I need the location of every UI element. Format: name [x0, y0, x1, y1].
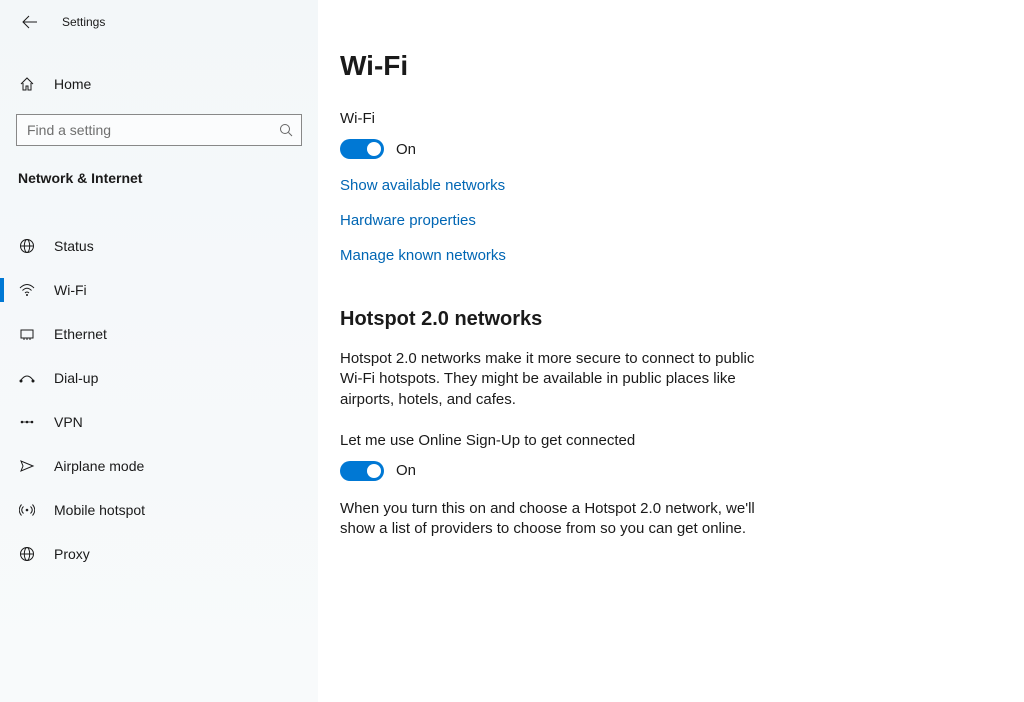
vpn-icon — [18, 413, 36, 431]
home-label: Home — [54, 76, 91, 92]
sidebar-item-dialup[interactable]: Dial-up — [0, 356, 318, 400]
app-title: Settings — [62, 15, 105, 29]
search-input[interactable] — [27, 122, 279, 138]
nav-label: Dial-up — [54, 370, 98, 386]
nav-list: Status Wi-Fi Ethernet Dial-up VPN — [0, 224, 318, 576]
online-signup-note: When you turn this on and choose a Hotsp… — [340, 499, 780, 540]
hotspot-icon — [18, 501, 36, 519]
sidebar-section-header: Network & Internet — [0, 146, 318, 194]
sidebar-item-vpn[interactable]: VPN — [0, 400, 318, 444]
sidebar: Settings Home Network & Internet Status … — [0, 0, 318, 702]
sidebar-item-ethernet[interactable]: Ethernet — [0, 312, 318, 356]
nav-label: Status — [54, 238, 94, 254]
wifi-toggle-label: Wi-Fi — [340, 110, 984, 127]
link-hardware-properties[interactable]: Hardware properties — [340, 212, 984, 229]
nav-label: Airplane mode — [54, 458, 144, 474]
online-signup-toggle[interactable] — [340, 461, 384, 481]
nav-label: VPN — [54, 414, 83, 430]
wifi-toggle-state: On — [396, 141, 416, 158]
nav-label: Ethernet — [54, 326, 107, 342]
nav-label: Wi-Fi — [54, 282, 87, 298]
proxy-icon — [18, 545, 36, 563]
sidebar-item-hotspot[interactable]: Mobile hotspot — [0, 488, 318, 532]
home-icon — [18, 76, 36, 92]
nav-label: Proxy — [54, 546, 90, 562]
dialup-icon — [18, 369, 36, 387]
sidebar-item-proxy[interactable]: Proxy — [0, 532, 318, 576]
sidebar-home[interactable]: Home — [0, 64, 318, 104]
back-arrow-icon[interactable] — [22, 14, 38, 30]
online-signup-toggle-row: On — [340, 461, 984, 481]
wifi-links-group: Show available networks Hardware propert… — [340, 177, 984, 264]
airplane-icon — [18, 457, 36, 475]
online-signup-label: Let me use Online Sign-Up to get connect… — [340, 432, 984, 449]
page-title: Wi-Fi — [340, 50, 984, 82]
hotspot-section-title: Hotspot 2.0 networks — [340, 308, 984, 331]
sidebar-item-wifi[interactable]: Wi-Fi — [0, 268, 318, 312]
wifi-toggle-row: On — [340, 139, 984, 159]
globe-icon — [18, 237, 36, 255]
ethernet-icon — [18, 325, 36, 343]
main-pane: Wi-Fi Wi-Fi On Show available networks H… — [318, 0, 1024, 702]
search-icon — [279, 123, 293, 137]
hotspot-description: Hotspot 2.0 networks make it more secure… — [340, 349, 780, 410]
sidebar-top: Settings — [0, 0, 318, 40]
link-show-networks[interactable]: Show available networks — [340, 177, 984, 194]
search-box[interactable] — [16, 114, 302, 146]
sidebar-item-airplane[interactable]: Airplane mode — [0, 444, 318, 488]
wifi-toggle[interactable] — [340, 139, 384, 159]
sidebar-item-status[interactable]: Status — [0, 224, 318, 268]
link-manage-known-networks[interactable]: Manage known networks — [340, 247, 984, 264]
online-signup-toggle-state: On — [396, 462, 416, 479]
wifi-icon — [18, 281, 36, 299]
nav-label: Mobile hotspot — [54, 502, 145, 518]
